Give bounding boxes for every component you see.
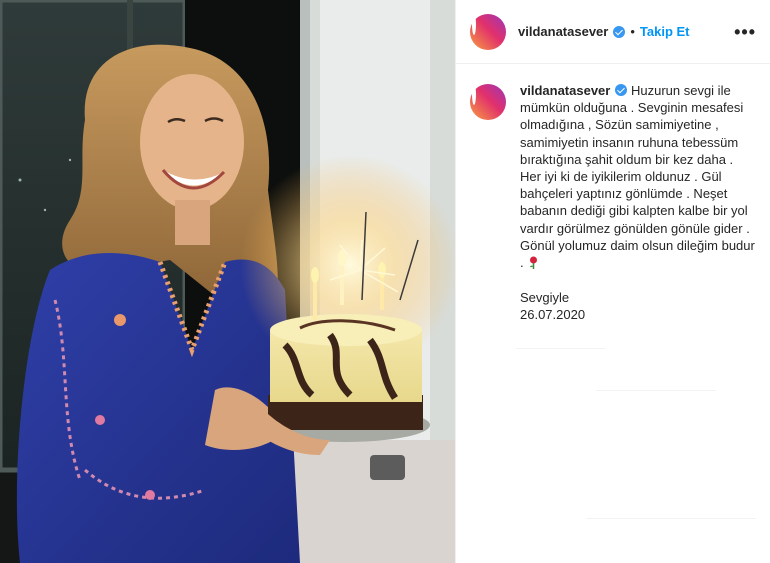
post-side-panel: vildanatasever • Takip Et ••• vildanatas… — [455, 0, 770, 563]
post-header: vildanatasever • Takip Et ••• — [456, 0, 770, 64]
caption-body: vildanatasever Huzurun sevgi ile mümkün … — [520, 82, 756, 323]
post-photo[interactable] — [0, 0, 455, 563]
signoff-text: Sevgiyle — [520, 290, 570, 306]
divider — [586, 518, 756, 519]
caption-verified-badge-icon — [615, 84, 628, 96]
separator-dot: • — [630, 24, 635, 39]
caption-text: Huzurun sevgi ile mümkün olduğuna . Sevg… — [520, 83, 755, 271]
caption-avatar[interactable] — [470, 84, 506, 120]
verified-badge-icon — [613, 25, 626, 38]
divider — [596, 390, 716, 391]
caption-username[interactable]: vildanatasever — [520, 83, 610, 98]
more-options-icon[interactable]: ••• — [734, 23, 756, 41]
header-username[interactable]: vildanatasever — [518, 24, 608, 39]
caption-signoff: Sevgiyle 26.07.2020 — [520, 289, 756, 323]
photo-illustration — [0, 0, 455, 563]
post-date: 26.07.2020 — [520, 307, 586, 323]
follow-button[interactable]: Takip Et — [640, 24, 690, 39]
instagram-post: vildanatasever • Takip Et ••• vildanatas… — [0, 0, 770, 563]
profile-avatar[interactable] — [470, 13, 506, 50]
rose-emoji-icon — [530, 256, 538, 270]
caption-comment: vildanatasever Huzurun sevgi ile mümkün … — [456, 64, 770, 323]
divider — [516, 348, 606, 349]
